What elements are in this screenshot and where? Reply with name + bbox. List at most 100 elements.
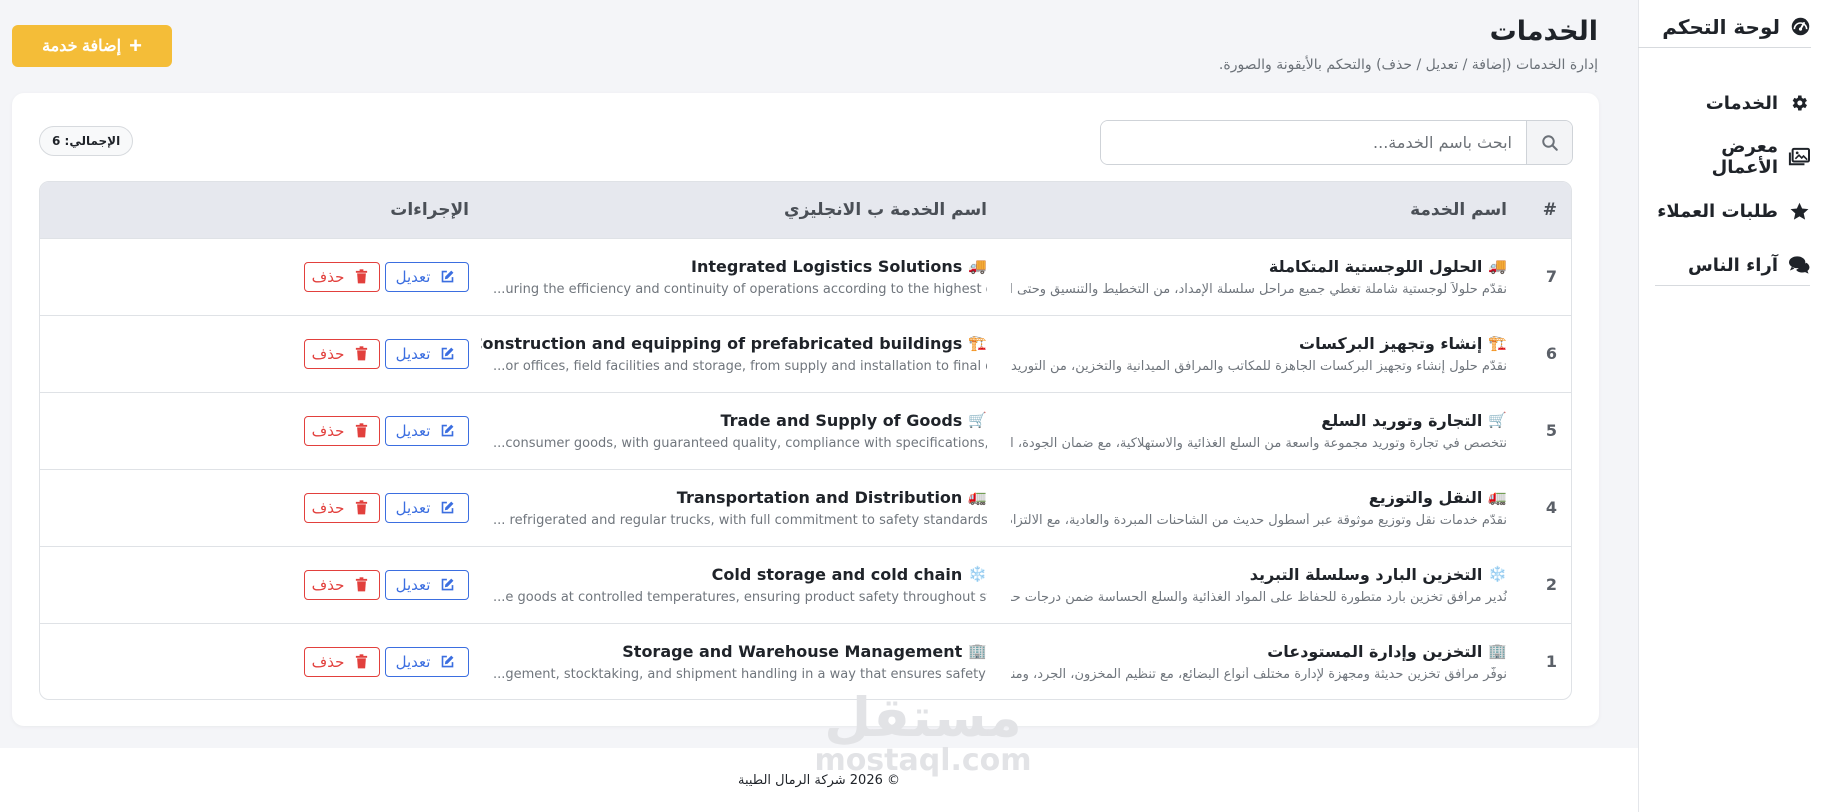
edit-button[interactable]: تعديل xyxy=(385,569,469,600)
trash-icon xyxy=(350,497,372,519)
service-name: النقل والتوزيع xyxy=(1368,487,1483,507)
page-title: الخدمات xyxy=(1489,16,1598,47)
sidebar-item-label: طلبات العملاء xyxy=(1657,200,1778,222)
edit-button[interactable]: تعديل xyxy=(385,415,469,446)
row-actions: تعديل حذف xyxy=(50,492,469,523)
main-content: الخدمات إدارة الخدمات (إضافة / تعديل / ح… xyxy=(0,0,1638,776)
add-service-button[interactable]: + إضافة خدمة xyxy=(12,25,172,67)
comments-icon xyxy=(1788,254,1810,276)
delete-label: حذف xyxy=(311,421,345,440)
actions-cell: تعديل حذف xyxy=(40,315,481,392)
edit-label: تعديل xyxy=(395,421,431,440)
images-icon xyxy=(1788,146,1810,168)
page-subtitle: إدارة الخدمات (إضافة / تعديل / حذف) والت… xyxy=(1218,57,1598,73)
service-description: نقدّم خدمات نقل وتوزيع موثوقة عبر أسطول … xyxy=(1011,512,1507,528)
trash-icon xyxy=(350,651,372,673)
service-description: نقدّم حلولاً لوجستية شاملة تغطي جميع مرا… xyxy=(1011,281,1507,297)
service-name-en-line: 🚛 Transportation and Distribution xyxy=(493,488,987,507)
table-row: 4 🚛 النقل والتوزيع نقدّم خدمات نقل وتوزي… xyxy=(40,469,1571,546)
service-en-icon: 🏢 xyxy=(968,642,987,661)
row-actions: تعديل حذف xyxy=(50,569,469,600)
footer-copyright: © 2026 شركة الرمال الطيبة xyxy=(737,772,901,788)
service-cell: 🚛 النقل والتوزيع نقدّم خدمات نقل وتوزيع … xyxy=(999,469,1519,546)
table-row: 6 🏗️ إنشاء وتجهيز البركسات نقدّم حلول إن… xyxy=(40,315,1571,392)
service-icon: ❄️ xyxy=(1488,565,1507,583)
search-input[interactable] xyxy=(1101,121,1526,164)
service-icon: 🚛 xyxy=(1488,488,1507,506)
sidebar-nav: الخدمات معرض الأعمال طلبات العملاء آراء … xyxy=(1655,76,1810,292)
sidebar-item-testimonials[interactable]: آراء الناس xyxy=(1655,238,1810,292)
sidebar-item-portfolio[interactable]: معرض الأعمال xyxy=(1655,130,1810,184)
delete-button[interactable]: حذف xyxy=(304,492,380,523)
table-row: 7 🚚 الحلول اللوجستية المتكاملة نقدّم حلو… xyxy=(40,238,1571,315)
service-icon: 🛒 xyxy=(1488,411,1507,429)
delete-button[interactable]: حذف xyxy=(304,261,380,292)
delete-button[interactable]: حذف xyxy=(304,646,380,677)
service-en-icon: ❄️ xyxy=(968,565,987,583)
sidebar-item-label: معرض الأعمال xyxy=(1711,136,1778,178)
service-description: نقدّم حلول إنشاء وتجهيز البركسات الجاهزة… xyxy=(1011,358,1507,374)
actions-cell: تعديل حذف xyxy=(40,392,481,469)
edit-button[interactable]: تعديل xyxy=(385,646,469,677)
sidebar-item-label: آراء الناس xyxy=(1687,254,1778,276)
actions-cell: تعديل حذف xyxy=(40,469,481,546)
total-count-badge: الإجمالي: 6 xyxy=(39,126,134,156)
edit-label: تعديل xyxy=(395,575,431,594)
sidebar-brand[interactable]: لوحة التحكم xyxy=(1636,6,1811,48)
row-number: 1 xyxy=(1545,652,1557,672)
service-cell: 🏢 التخزين وإدارة المستودعات نوفّر مرافق … xyxy=(999,623,1519,699)
service-description-en: ... refrigerated and regular trucks, wit… xyxy=(493,512,987,528)
trash-icon xyxy=(350,343,372,365)
actions-cell: تعديل حذف xyxy=(40,623,481,699)
edit-icon xyxy=(436,266,458,288)
trash-icon xyxy=(350,420,372,442)
service-name-en: Storage and Warehouse Management xyxy=(622,641,963,661)
sidebar: لوحة التحكم الخدمات معرض الأعمال طلبات ا… xyxy=(1636,0,1846,812)
service-en-cell: 🏢 Storage and Warehouse Management ...ge… xyxy=(481,623,999,699)
plus-icon: + xyxy=(129,33,142,58)
service-name-line: 🏢 التخزين وإدارة المستودعات xyxy=(1011,642,1507,661)
edit-button[interactable]: تعديل xyxy=(385,492,469,523)
edit-button[interactable]: تعديل xyxy=(385,261,469,292)
service-name-en: Cold storage and cold chain xyxy=(711,564,963,584)
service-cell: 🚚 الحلول اللوجستية المتكاملة نقدّم حلولا… xyxy=(999,238,1519,315)
service-cell: 🏗️ إنشاء وتجهيز البركسات نقدّم حلول إنشا… xyxy=(999,315,1519,392)
service-en-icon: 🚚 xyxy=(968,257,987,275)
service-description: نوفّر مرافق تخزين حديثة ومجهزة لإدارة مخ… xyxy=(1011,666,1507,682)
service-icon: 🚚 xyxy=(1488,257,1507,275)
service-name-en-line: 🛒 Trade and Supply of Goods xyxy=(493,411,987,430)
search-button[interactable] xyxy=(1526,121,1572,164)
service-name-line: 🚛 النقل والتوزيع xyxy=(1011,488,1507,507)
row-actions: تعديل حذف xyxy=(50,338,469,369)
service-name-line: 🛒 التجارة وتوريد السلع xyxy=(1011,411,1507,430)
edit-icon xyxy=(436,574,458,596)
row-number: 4 xyxy=(1545,498,1557,517)
service-name-line: 🏗️ إنشاء وتجهيز البركسات xyxy=(1011,334,1507,353)
delete-button[interactable]: حذف xyxy=(304,569,380,600)
service-en-cell: 🚚 Integrated Logistics Solutions ...urin… xyxy=(481,238,999,315)
delete-label: حذف xyxy=(311,267,345,286)
service-name-en-line: 🏢 Storage and Warehouse Management xyxy=(493,642,987,661)
actions-cell: تعديل حذف xyxy=(40,238,481,315)
service-description-en: ...or offices, field facilities and stor… xyxy=(493,358,987,374)
service-name: التخزين البارد وسلسلة التبريد xyxy=(1249,564,1483,584)
edit-button[interactable]: تعديل xyxy=(385,338,469,369)
column-header-actions: الإجراءات xyxy=(390,199,469,220)
sidebar-item-client-requests[interactable]: طلبات العملاء xyxy=(1655,184,1810,238)
service-name: التخزين وإدارة المستودعات xyxy=(1267,641,1483,661)
edit-label: تعديل xyxy=(395,267,431,286)
table-row: 2 ❄️ التخزين البارد وسلسلة التبريد نُدير… xyxy=(40,546,1571,623)
services-table: # اسم الخدمة اسم الخدمة ب الانجليزي الإج… xyxy=(39,181,1572,700)
service-en-icon: 🏗️ xyxy=(968,334,987,352)
service-description-en: ...consumer goods, with guaranteed quali… xyxy=(493,435,987,451)
service-name-en-line: ❄️ Cold storage and cold chain xyxy=(493,565,987,584)
trash-icon xyxy=(350,266,372,288)
star-icon xyxy=(1788,200,1810,222)
column-header-name: اسم الخدمة xyxy=(1410,199,1507,220)
service-icon: 🏗️ xyxy=(1488,334,1507,352)
dashboard-gauge-icon xyxy=(1789,16,1811,38)
sidebar-item-services[interactable]: الخدمات xyxy=(1655,76,1810,130)
delete-button[interactable]: حذف xyxy=(304,415,380,446)
search-box xyxy=(1100,120,1573,165)
delete-button[interactable]: حذف xyxy=(304,338,380,369)
